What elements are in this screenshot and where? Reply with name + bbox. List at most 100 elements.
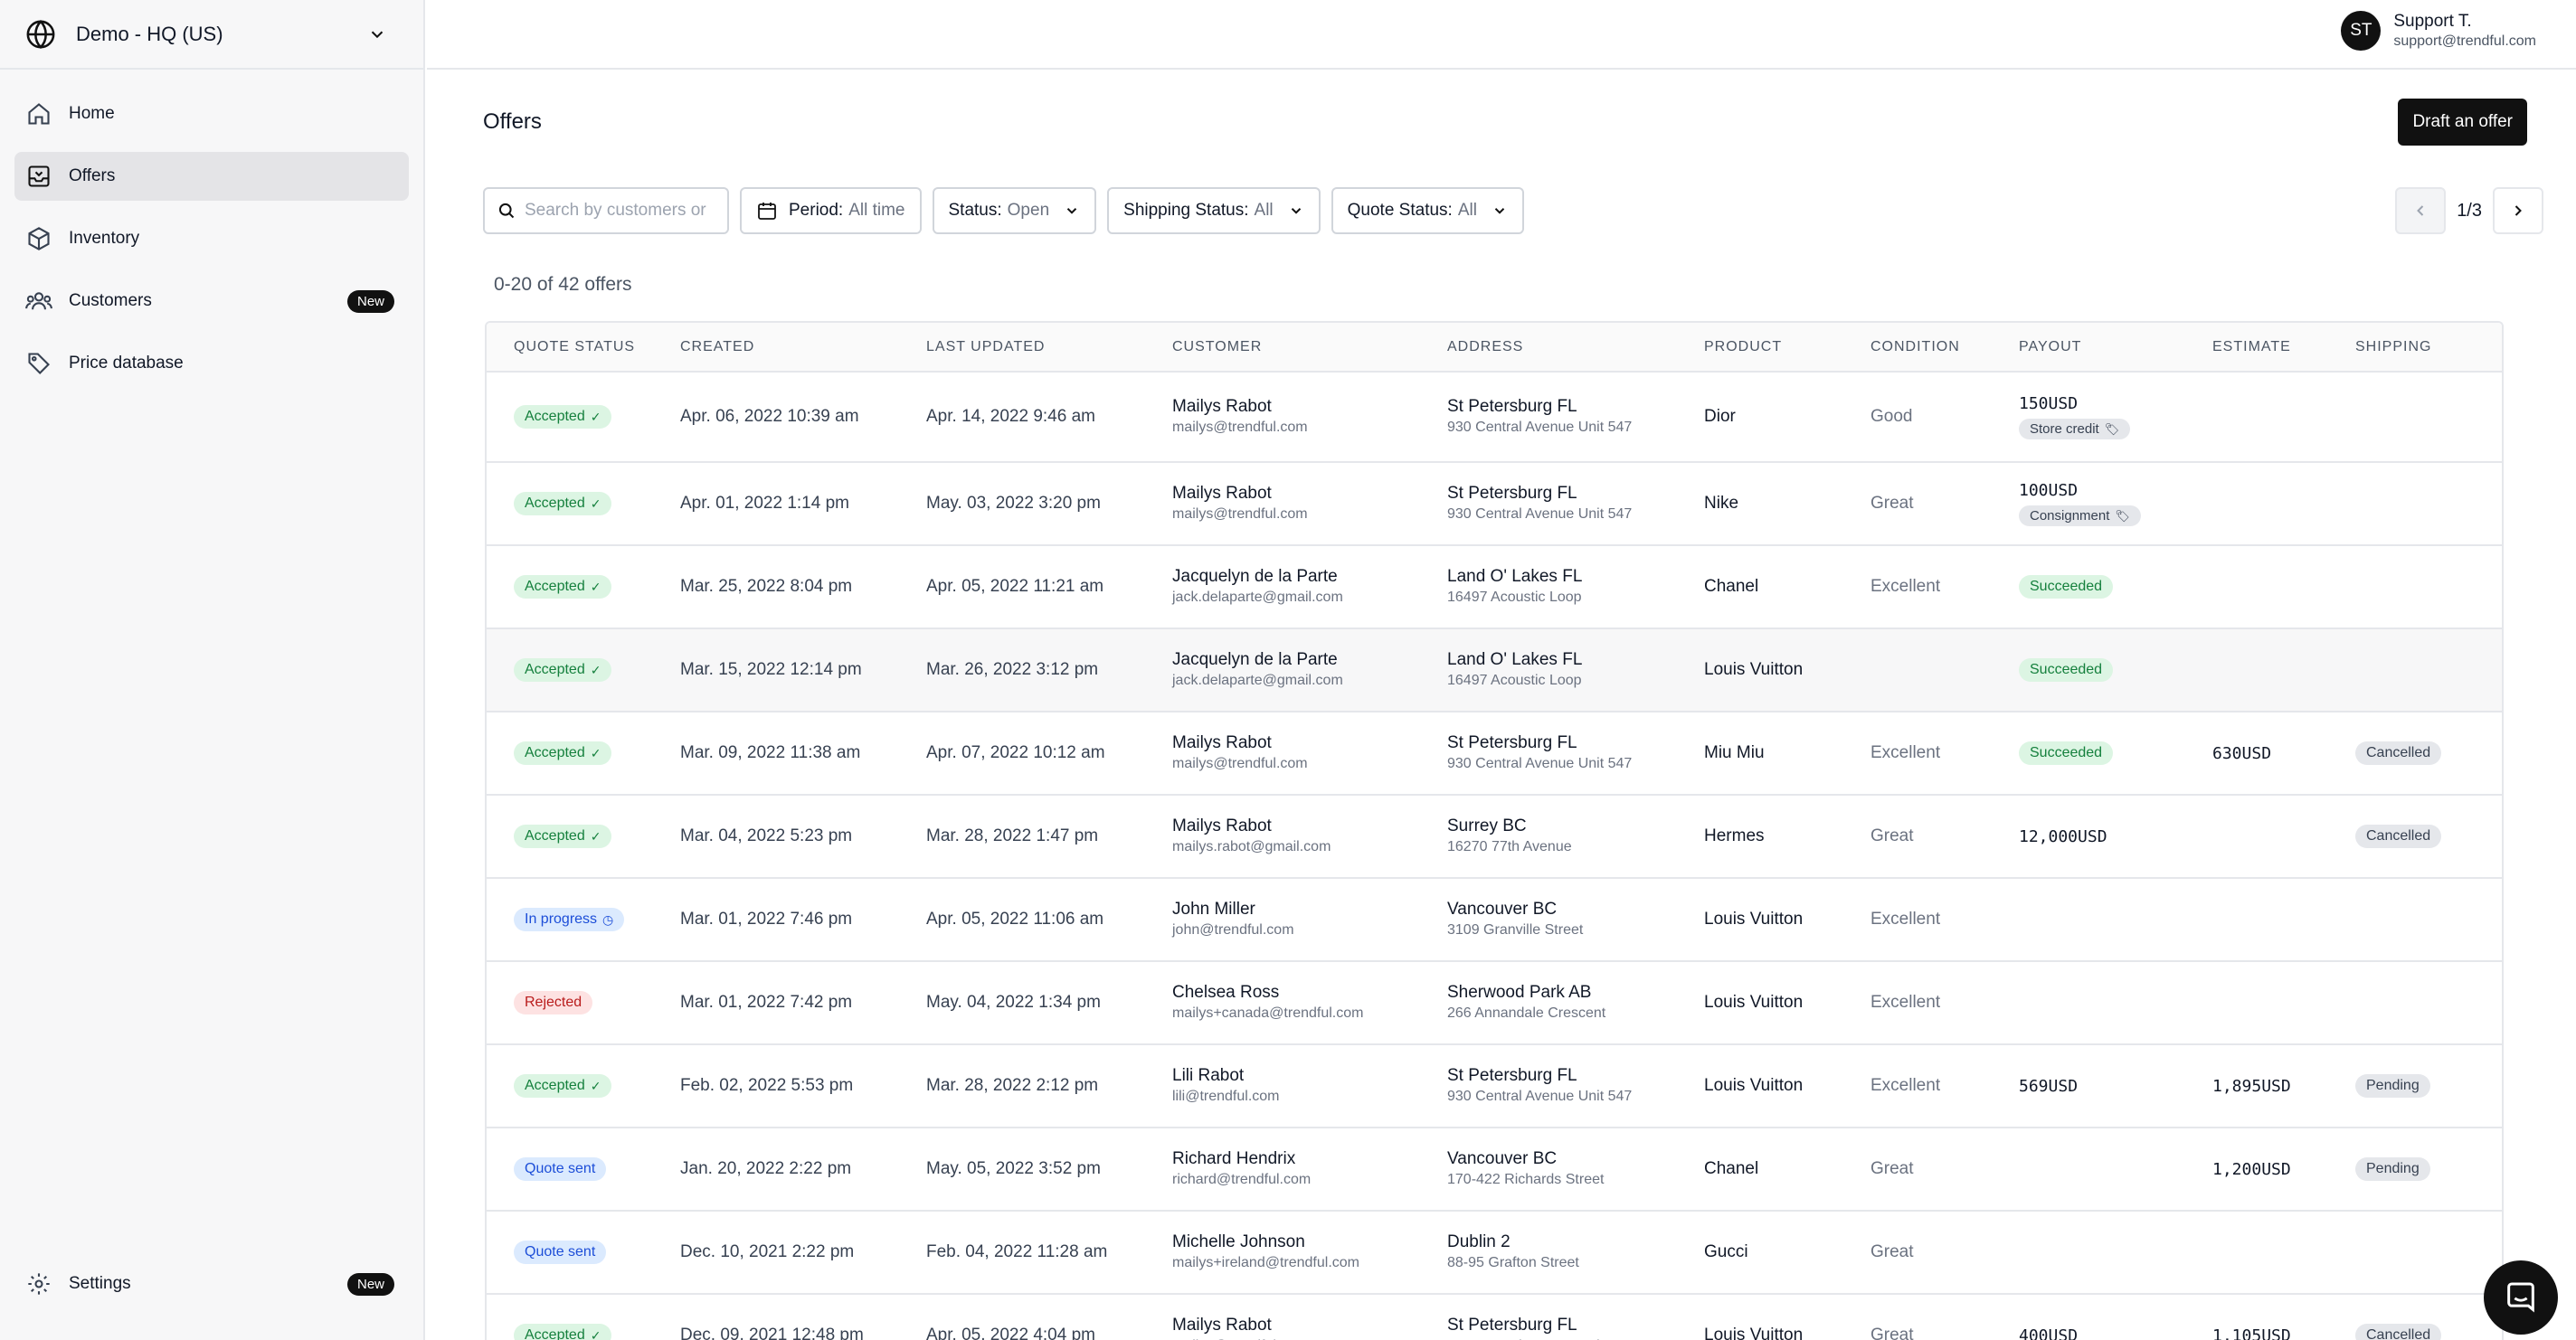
quote-status-badge: Accepted ✓ <box>514 1324 612 1340</box>
nav-item-offers[interactable]: Offers <box>14 152 409 201</box>
table-row[interactable]: Accepted ✓ Mar. 15, 2022 12:14 pm Mar. 26, … <box>487 628 2502 712</box>
inbox-icon <box>25 163 52 190</box>
cell-last-updated: Apr. 05, 2022 4:04 pm <box>926 1294 1172 1340</box>
prev-page-button[interactable] <box>2395 187 2447 234</box>
user-menu[interactable]: ST Support T. support@trendful.com <box>2341 11 2536 51</box>
period-filter-value: All time <box>848 201 905 220</box>
sidebar: Demo - HQ (US) Home Offers Inventory Cus… <box>0 0 425 1340</box>
address-street: 930 Central Avenue Unit 547 <box>1447 756 1633 771</box>
table-row[interactable]: Accepted ✓ Apr. 06, 2022 10:39 am Apr. 14, … <box>487 372 2502 463</box>
cell-shipping <box>2355 628 2502 712</box>
nav-item-inventory[interactable]: Inventory <box>14 214 409 263</box>
table-row[interactable]: Accepted ✓ Dec. 09, 2021 12:48 pm Apr. 05, … <box>487 1294 2502 1340</box>
next-page-button[interactable] <box>2493 187 2543 234</box>
cell-customer: Lili Rabot lili@trendful.com <box>1172 1044 1447 1128</box>
gear-icon <box>25 1270 52 1298</box>
cell-quote-status: Accepted ✓ <box>487 1044 680 1128</box>
address-street: 16497 Acoustic Loop <box>1447 673 1582 688</box>
customer-name: Mailys Rabot <box>1172 1316 1272 1335</box>
cell-product: Louis Vuitton <box>1704 961 1870 1045</box>
org-switcher[interactable]: Demo - HQ (US) <box>0 0 423 70</box>
cell-address: Surrey BC 16270 77th Avenue <box>1447 795 1704 879</box>
col-header-estimate[interactable]: ESTIMATE <box>2212 323 2355 373</box>
quote-status-text: In progress <box>525 911 598 927</box>
col-header-last-updated[interactable]: LAST UPDATED <box>926 323 1172 373</box>
address-street: 930 Central Avenue Unit 547 <box>1447 1089 1633 1104</box>
table-row[interactable]: Rejected Mar. 01, 2022 7:42 pm May. 04, 20… <box>487 961 2502 1045</box>
cell-product: Nike <box>1704 462 1870 546</box>
table-header-row: QUOTE STATUS CREATED LAST UPDATED CUSTOM… <box>487 323 2502 373</box>
cell-product: Chanel <box>1704 545 1870 629</box>
address-city: St Petersburg FL <box>1447 1316 1577 1335</box>
payout-amount: 150USD <box>2019 394 2212 413</box>
search-box[interactable] <box>483 187 729 234</box>
product-name: Louis Vuitton <box>1704 660 1804 679</box>
shipping-status-badge: Cancelled <box>2355 1324 2442 1340</box>
nav-item-home[interactable]: Home <box>14 90 409 138</box>
quote-status-badge: Accepted ✓ <box>514 492 612 515</box>
col-header-quote-status[interactable]: QUOTE STATUS <box>487 323 680 373</box>
address-city: St Petersburg FL <box>1447 484 1577 503</box>
product-name: Hermes <box>1704 826 1765 845</box>
payout-type-tag: Store credit 🏷 <box>2019 419 2131 439</box>
estimate-currency: USD <box>2241 743 2272 763</box>
nav-label-price-database: Price database <box>69 354 184 373</box>
cell-created: Feb. 02, 2022 5:53 pm <box>680 1044 926 1128</box>
quote-status-filter[interactable]: Quote Status: All <box>1331 187 1524 234</box>
address-street: 3109 Granville Street <box>1447 922 1584 938</box>
nav-item-price-database[interactable]: Price database <box>14 339 409 388</box>
cell-quote-status: In progress ◷ <box>487 878 680 962</box>
col-header-payout[interactable]: PAYOUT <box>2019 323 2212 373</box>
cell-last-updated: Apr. 05, 2022 11:21 am <box>926 545 1172 629</box>
table-row[interactable]: Accepted ✓ Mar. 09, 2022 11:38 am Apr. 07, … <box>487 712 2502 796</box>
cell-quote-status: Accepted ✓ <box>487 462 680 546</box>
col-header-customer[interactable]: CUSTOMER <box>1172 323 1447 373</box>
search-input[interactable] <box>525 201 715 221</box>
chat-launcher[interactable] <box>2484 1260 2558 1335</box>
cell-product: Louis Vuitton <box>1704 628 1870 712</box>
cell-payout <box>2019 1128 2212 1212</box>
payout-amount: 100USD <box>2019 481 2212 500</box>
page-title: Offers <box>483 109 542 134</box>
shipping-filter-label: Shipping Status: <box>1123 201 1249 220</box>
table-row[interactable]: Quote sent Jan. 20, 2022 2:22 pm May. 05, … <box>487 1128 2502 1212</box>
estimate-value: 1,105 <box>2212 1326 2262 1340</box>
address-street: 266 Annandale Crescent <box>1447 1005 1606 1021</box>
col-header-condition[interactable]: CONDITION <box>1870 323 2019 373</box>
period-filter[interactable]: Period: All time <box>740 187 922 234</box>
cell-customer: John Miller john@trendful.com <box>1172 878 1447 962</box>
shipping-status-filter[interactable]: Shipping Status: All <box>1107 187 1321 234</box>
status-filter[interactable]: Status: Open <box>932 187 1097 234</box>
cell-shipping <box>2355 961 2502 1045</box>
address-city: Sherwood Park AB <box>1447 983 1592 1002</box>
col-header-created[interactable]: CREATED <box>680 323 926 373</box>
table-row[interactable]: Accepted ✓ Feb. 02, 2022 5:53 pm Mar. 28, 2… <box>487 1044 2502 1128</box>
quote-status-badge: Quote sent <box>514 1157 607 1181</box>
col-header-shipping[interactable]: SHIPPING <box>2355 323 2502 373</box>
quote-filter-label: Quote Status: <box>1347 201 1453 220</box>
nav-item-customers[interactable]: Customers New <box>14 277 409 326</box>
col-header-address[interactable]: ADDRESS <box>1447 323 1704 373</box>
table-row[interactable]: Quote sent Dec. 10, 2021 2:22 pm Feb. 04, … <box>487 1211 2502 1295</box>
cell-condition: Great <box>1870 795 2019 879</box>
filter-bar: Period: All time Status: Open Shipping S… <box>483 187 1524 234</box>
cell-product: Hermes <box>1704 795 1870 879</box>
quote-status-badge: Accepted ✓ <box>514 658 612 682</box>
col-header-product[interactable]: PRODUCT <box>1704 323 1870 373</box>
product-name: Louis Vuitton <box>1704 1076 1804 1095</box>
cell-payout: 150USD Store credit 🏷 <box>2019 372 2212 463</box>
payout-value: 569 <box>2019 1076 2049 1096</box>
cell-quote-status: Accepted ✓ <box>487 795 680 879</box>
nav-item-settings[interactable]: Settings New <box>14 1260 409 1308</box>
cell-address: St Petersburg FL 930 Central Avenue Unit … <box>1447 462 1704 546</box>
table-row[interactable]: Accepted ✓ Apr. 01, 2022 1:14 pm May. 03, 2… <box>487 462 2502 546</box>
draft-offer-button[interactable]: Draft an offer <box>2398 99 2527 146</box>
avatar: ST <box>2341 11 2382 51</box>
table-row[interactable]: In progress ◷ Mar. 01, 2022 7:46 pm Apr. 05… <box>487 878 2502 962</box>
estimate-currency: USD <box>2261 1159 2291 1179</box>
cell-payout <box>2019 961 2212 1045</box>
quote-status-text: Accepted <box>525 1327 585 1340</box>
table-row[interactable]: Accepted ✓ Mar. 25, 2022 8:04 pm Apr. 05, 2… <box>487 545 2502 629</box>
table-row[interactable]: Accepted ✓ Mar. 04, 2022 5:23 pm Mar. 28, 2… <box>487 795 2502 879</box>
quote-status-badge: Accepted ✓ <box>514 741 612 765</box>
